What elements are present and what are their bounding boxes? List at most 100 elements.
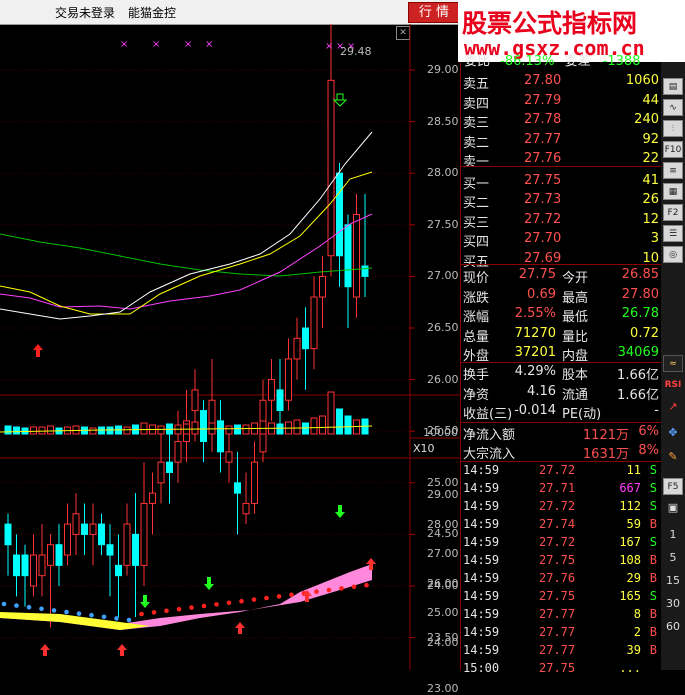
candle-body: [353, 213, 360, 298]
login-status[interactable]: 交易未登录: [55, 4, 115, 21]
watermark-title: 股票公式指标网: [462, 9, 638, 38]
commission-ratio: 委比 -86.13% 委差 -1388: [464, 54, 641, 69]
tick-price: 27.72: [539, 463, 576, 477]
level-label: 买二: [463, 196, 490, 211]
level-volume: 12: [642, 211, 659, 227]
move-icon[interactable]: ✥: [663, 426, 683, 439]
period-button[interactable]: 30: [663, 597, 683, 610]
tick-volume: 8: [633, 607, 641, 621]
wave-icon[interactable]: ≈: [663, 355, 683, 372]
volume-bar: [157, 425, 165, 435]
flow-value: 1121万: [582, 428, 629, 443]
level-price: 27.80: [524, 73, 562, 88]
tick-time: 14:59: [463, 571, 500, 585]
candle-body: [242, 502, 250, 515]
price-tick-label: 26.50: [427, 321, 459, 334]
level-volume: 240: [634, 112, 659, 127]
level-price: 27.77: [524, 131, 562, 147]
indicator-dot: [64, 609, 69, 615]
stat-label: 最高: [562, 290, 589, 306]
level-volume: 3: [650, 231, 659, 246]
f10-button[interactable]: F10: [663, 141, 683, 158]
volume-bar: [259, 420, 267, 435]
stat-label: 换手: [463, 368, 490, 383]
tick-price: 27.77: [539, 625, 576, 639]
flow-label: 大宗流入: [463, 447, 516, 462]
indicator-dot: [14, 603, 19, 608]
indicator-dot: [51, 608, 57, 613]
layout-icon[interactable]: ▣: [663, 501, 683, 514]
tick-volume: 112: [619, 499, 641, 513]
list-icon[interactable]: ≡: [663, 162, 683, 179]
volume-bar: [319, 415, 326, 435]
tick-side: B: [649, 553, 657, 567]
quote-button[interactable]: 行 情: [408, 2, 460, 23]
candle-body: [4, 523, 12, 546]
level-price: 27.76: [524, 151, 562, 166]
tick-side: B: [649, 571, 657, 585]
tick-time: 14:59: [463, 463, 500, 477]
x-marker: ×: [152, 39, 160, 50]
candle-body: [98, 523, 105, 546]
x-marker: ×: [120, 39, 128, 50]
indicator-tick-label: 27.00: [427, 547, 459, 561]
period-button[interactable]: 15: [663, 574, 683, 587]
tick-time: 14:59: [463, 499, 500, 513]
period-button[interactable]: 5: [663, 551, 683, 564]
volume-axis-label: 10000: [423, 426, 458, 439]
tick-side: B: [649, 607, 657, 621]
tick-price: 27.76: [539, 571, 576, 585]
tick-price: 27.71: [539, 481, 576, 495]
trend-icon[interactable]: ↗: [663, 400, 683, 413]
volume-bar: [13, 426, 20, 435]
level-volume: 44: [642, 92, 659, 108]
flow-value: 1631万: [582, 447, 629, 462]
candle-body: [157, 461, 165, 484]
stat-label: 涨跌: [463, 290, 490, 306]
tick-price: 27.77: [539, 643, 576, 657]
indicator-tick-label: 29.00: [427, 488, 459, 501]
period-button[interactable]: 60: [663, 620, 683, 633]
tick-time: 14:59: [463, 535, 500, 549]
volume-bar: [30, 426, 37, 435]
grid-icon[interactable]: ▦: [663, 183, 683, 200]
tick-time: 14:59: [463, 553, 500, 567]
chat-icon[interactable]: ☰: [663, 225, 683, 242]
period-button[interactable]: 1: [663, 528, 683, 541]
candle-body: [132, 533, 139, 566]
layout-icon[interactable]: ▤: [663, 78, 683, 95]
pencil-icon[interactable]: ✎: [663, 450, 683, 463]
volume-bar: [225, 425, 233, 435]
candle-body: [21, 554, 29, 577]
stat-label: 今开: [562, 271, 589, 286]
kline-icon[interactable]: ⫶: [663, 120, 683, 137]
volume-bar: [191, 421, 199, 435]
tick-volume: 2: [633, 625, 641, 639]
f2-icon[interactable]: F2: [663, 204, 683, 221]
candle-body: [251, 461, 258, 504]
candle-body: [72, 513, 80, 535]
stat-value: 27.80: [621, 286, 659, 302]
candle-body: [268, 379, 275, 401]
rsi-button[interactable]: RSI: [663, 380, 683, 390]
indicator-dot: [1, 601, 7, 607]
level-label: 卖三: [463, 116, 490, 131]
level-price: 27.78: [524, 112, 562, 127]
price-tick-label: 26.00: [427, 372, 459, 386]
search-icon[interactable]: ◎: [663, 246, 683, 263]
tick-side: B: [649, 517, 657, 531]
tick-price: 27.74: [539, 517, 576, 531]
flow-label: 净流入额: [463, 428, 516, 443]
candle-body: [344, 224, 352, 288]
price-tick-label: 27.50: [427, 217, 459, 231]
stat-value: 34069: [617, 345, 659, 360]
candle-body: [30, 554, 37, 587]
candle-body: [47, 544, 54, 566]
f5-button[interactable]: F5: [663, 478, 683, 495]
buy-arrow-icon: [235, 622, 245, 628]
tick-time: 14:59: [463, 643, 500, 657]
level-price: 27.72: [524, 211, 562, 227]
tick-time: 14:59: [463, 589, 500, 603]
price-tick-label: 25.00: [427, 475, 459, 489]
minute-chart-icon[interactable]: ∿: [663, 99, 683, 116]
